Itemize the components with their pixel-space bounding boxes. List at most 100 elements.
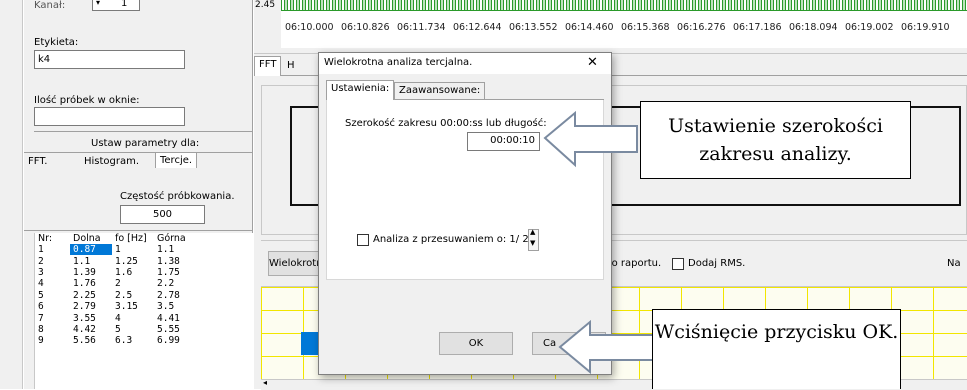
czestosc-label: Częstość próbkowania. <box>120 191 235 202</box>
tab-h[interactable]: H <box>287 60 295 71</box>
tab-ustawienia[interactable]: Ustawienia: <box>326 80 395 100</box>
cell: 4 <box>115 312 121 324</box>
czestosc-input[interactable]: 500 <box>120 205 205 224</box>
arrow-left-bottom <box>558 320 654 375</box>
table-row[interactable]: 5 2.25 2.5 2.78 <box>35 290 196 301</box>
tab-fft[interactable]: FFT <box>254 56 282 76</box>
cell: 6.99 <box>157 335 180 347</box>
callout-top: Ustawienie szerokości zakresu analizy. <box>640 101 911 179</box>
tick-label: 06:15.368 <box>621 22 670 33</box>
table-row[interactable]: 8 4.42 5 5.55 <box>35 324 196 335</box>
col-dolna: Dolna <box>73 233 101 244</box>
etykieta-input[interactable]: k4 <box>34 50 185 69</box>
dialog-titlebar: Wielokrotna analiza tercjalna. ✕ <box>319 53 611 74</box>
cell: 2 <box>38 255 44 267</box>
tick-label: 06:19.002 <box>845 22 894 33</box>
tick-label: 06:17.186 <box>733 22 782 33</box>
cell-selected[interactable]: 0.87 <box>70 244 112 256</box>
tabs-line <box>24 152 253 153</box>
cell: 2.79 <box>73 301 96 313</box>
waveform-area[interactable] <box>281 0 967 15</box>
cell: 3.15 <box>115 301 138 313</box>
cell: 3.55 <box>73 312 96 324</box>
cell: 4.41 <box>157 312 180 324</box>
cell: 1.25 <box>115 255 138 267</box>
y-value: 2.45 <box>255 0 276 10</box>
tab-tercje[interactable]: Tercje. <box>155 152 198 168</box>
cell: 1.1 <box>73 255 91 267</box>
przesuw-checkbox[interactable] <box>357 234 369 246</box>
ok-button[interactable]: OK <box>439 332 513 355</box>
tab-zaawansowane[interactable]: Zaawansowane: <box>394 82 486 100</box>
tick-label: 06:13.552 <box>509 22 558 33</box>
tab-histogram[interactable]: Histogram. <box>84 156 139 167</box>
tick-label: 06:11.734 <box>397 22 446 33</box>
scroll-left-icon[interactable]: ◂ <box>263 378 267 387</box>
cell: 9 <box>38 335 44 347</box>
table-row[interactable]: 7 3.55 4 4.41 <box>35 312 196 324</box>
table-header-row: Nr: Dolna fo [Hz] Górna <box>35 233 196 244</box>
col-gorna: Górna <box>157 233 186 244</box>
divider <box>24 230 253 231</box>
table-row[interactable]: 6 2.79 3.15 3.5 <box>35 301 196 312</box>
left-panel: Kanał: ▾ 1 Etykieta: k4 Ilość próbek w o… <box>24 0 253 389</box>
table-row[interactable]: 4 1.76 2 2.2 <box>35 278 196 289</box>
cancel-label: Ca <box>543 338 557 349</box>
left-gutter <box>0 0 23 389</box>
etykieta-value: k4 <box>38 54 51 65</box>
cell: 1 <box>38 244 44 256</box>
spin-down-icon[interactable]: ▼ <box>530 239 535 247</box>
callout-bottom-text: Wciśnięcie przycisku OK. <box>654 321 899 343</box>
ok-label: OK <box>468 338 484 349</box>
col-nr: Nr: <box>38 233 53 244</box>
cell: 4 <box>38 278 44 290</box>
cell: 3 <box>38 266 44 278</box>
chevron-down-icon: ▾ <box>96 0 101 7</box>
spin-up-icon[interactable]: ▲ <box>530 228 535 236</box>
callout-top-text: Ustawienie szerokości zakresu analizy. <box>668 115 883 165</box>
kanal-select[interactable]: ▾ 1 <box>92 0 140 11</box>
divider <box>34 131 253 132</box>
tick-label: 06:10.826 <box>341 22 390 33</box>
arrow-shape <box>558 320 654 375</box>
cell: 5 <box>38 289 44 301</box>
arrow-shape <box>543 110 638 168</box>
dialog-title: Wielokrotna analiza tercjalna. <box>324 57 473 68</box>
cell: 4.42 <box>73 323 96 335</box>
dodaj-rms-checkbox[interactable] <box>672 258 684 270</box>
cell: 1.39 <box>73 266 96 278</box>
cell: 6.3 <box>115 335 133 347</box>
szerokosc-input[interactable]: 00:00:10 <box>467 132 540 151</box>
table-row[interactable]: 1 0.87 1 1.1 <box>35 244 196 256</box>
czestosc-value: 500 <box>152 209 173 220</box>
waveform-baseline <box>281 10 967 11</box>
szerokosc-value: 00:00:10 <box>490 135 535 146</box>
cell: 2.2 <box>157 278 175 290</box>
col-fo: fo [Hz] <box>115 233 147 244</box>
szerokosc-label: Szerokość zakresu 00:00:ss lub długość: <box>345 118 547 129</box>
cell: 1.38 <box>157 255 180 267</box>
tab-fft[interactable]: FFT. <box>28 156 47 167</box>
cell: 7 <box>38 312 44 324</box>
table-row[interactable]: 9 5.56 6.3 6.99 <box>35 335 196 346</box>
cell: 1.75 <box>157 266 180 278</box>
tick-label: 06:18.094 <box>789 22 838 33</box>
table-row[interactable]: 3 1.39 1.6 1.75 <box>35 267 196 278</box>
tercje-table[interactable]: Nr: Dolna fo [Hz] Górna 1 0.87 1 1.1 2 1… <box>34 233 253 389</box>
probki-input[interactable] <box>34 107 185 126</box>
waveform <box>281 0 967 10</box>
cell: 2.5 <box>115 289 133 301</box>
przesuw-spinner[interactable]: ▲ ▼ <box>528 228 539 251</box>
table-row[interactable]: 2 1.1 1.25 1.38 <box>35 255 196 267</box>
tick-label: 06:12.644 <box>453 22 502 33</box>
tick-label: 06:19.910 <box>901 22 950 33</box>
tick-label: 06:10.000 <box>285 22 334 33</box>
callout-bottom: Wciśnięcie przycisku OK. <box>652 309 901 389</box>
cell: 1.6 <box>115 266 133 278</box>
dialog-tabs: Ustawienia: Zaawansowane: <box>326 80 604 100</box>
cell: 3.5 <box>157 301 175 313</box>
cell: 5.55 <box>157 323 180 335</box>
kanal-label: Kanał: <box>34 0 66 11</box>
close-icon[interactable]: ✕ <box>587 55 598 70</box>
tick-label: 06:16.276 <box>677 22 726 33</box>
